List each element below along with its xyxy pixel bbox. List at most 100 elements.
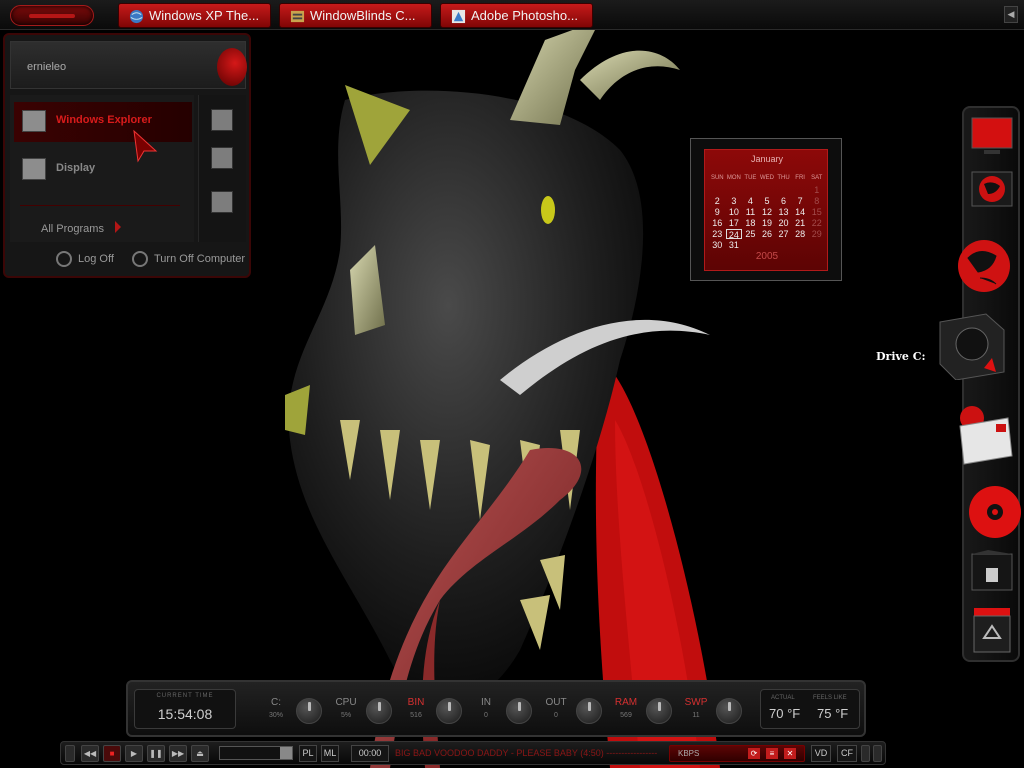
calendar-day[interactable]: 15 <box>808 207 825 217</box>
player-close-button[interactable] <box>873 745 882 762</box>
player-minimize-button[interactable] <box>861 745 870 762</box>
tray-expand-icon[interactable]: ◀ <box>1004 6 1018 23</box>
dock-monitor-icon[interactable] <box>968 112 1016 158</box>
play-button[interactable]: ▶ <box>125 745 143 762</box>
equalizer-icon[interactable]: ≡ <box>766 748 778 759</box>
start-button[interactable] <box>10 5 94 26</box>
calendar-day[interactable]: 16 <box>709 218 726 228</box>
calendar-day[interactable]: 21 <box>792 218 809 228</box>
calendar-day[interactable] <box>759 185 776 195</box>
calendar-day[interactable] <box>709 185 726 195</box>
dock-internet-globe-icon[interactable] <box>950 234 1012 294</box>
previous-track-button[interactable]: ◀◀ <box>81 745 99 762</box>
seek-slider-handle[interactable] <box>280 747 292 759</box>
menu-item-label: Windows Explorer <box>56 114 152 126</box>
calendar-day[interactable]: 8 <box>808 196 825 206</box>
turn-off-button[interactable]: Turn Off Computer <box>154 253 245 265</box>
eject-button[interactable]: ⏏ <box>191 745 209 762</box>
meter-gauge: SWP 11 <box>678 694 714 730</box>
dock-floppy-icon[interactable] <box>968 548 1016 594</box>
close-icon[interactable]: ✕ <box>784 748 796 759</box>
dock-media-disc-icon[interactable] <box>968 484 1022 540</box>
calendar-day[interactable]: 31 <box>726 240 743 250</box>
playlist-button[interactable]: PL <box>299 745 317 762</box>
calendar-day[interactable]: 9 <box>709 207 726 217</box>
track-time-display: 00:00 <box>351 745 389 762</box>
calendar-day[interactable]: 29 <box>808 229 825 239</box>
vd-button[interactable]: VD <box>811 745 831 762</box>
taskbar-button-windowblinds[interactable]: WindowBlinds C... <box>279 3 432 28</box>
log-off-button[interactable]: Log Off <box>78 253 114 265</box>
calendar-day[interactable]: 11 <box>742 207 759 217</box>
calendar-day[interactable]: 22 <box>808 218 825 228</box>
dock-mail-icon[interactable] <box>950 404 1014 470</box>
calendar-day[interactable]: 7 <box>792 196 809 206</box>
calendar-day[interactable]: 17 <box>726 218 743 228</box>
next-track-button[interactable]: ▶▶ <box>169 745 187 762</box>
media-library-button[interactable]: ML <box>321 745 339 762</box>
meter-gauge: IN 0 <box>468 694 504 730</box>
player-menu-button[interactable] <box>65 745 75 762</box>
meter-gauge: C: 30% <box>258 694 294 730</box>
track-title-marquee: BIG BAD VOODOO DADDY - PLEASE BABY (4:50… <box>395 748 658 758</box>
calendar-day[interactable]: 2 <box>709 196 726 206</box>
dock-recycle-bin-icon[interactable] <box>968 608 1016 654</box>
meter-value: 0 <box>554 712 558 719</box>
dock-globe-icon[interactable] <box>968 168 1016 214</box>
calendar-day[interactable] <box>742 185 759 195</box>
menu-item-windows-explorer[interactable]: Windows Explorer <box>14 102 192 142</box>
log-off-icon <box>56 251 72 267</box>
calendar-day[interactable] <box>792 185 809 195</box>
calendar-day[interactable]: 14 <box>792 207 809 217</box>
calendar-day[interactable]: 23 <box>709 229 726 239</box>
calendar-day[interactable]: 30 <box>709 240 726 250</box>
pause-button[interactable]: ❚❚ <box>147 745 165 762</box>
cf-button[interactable]: CF <box>837 745 857 762</box>
calendar-day[interactable]: 18 <box>742 218 759 228</box>
all-programs-link[interactable]: All Programs <box>41 223 104 235</box>
repeat-icon[interactable]: ⟳ <box>748 748 760 759</box>
calendar-day[interactable]: 6 <box>775 196 792 206</box>
calendar-day[interactable]: 27 <box>775 229 792 239</box>
dock-drive-c-icon[interactable] <box>934 310 1010 381</box>
calendar-day[interactable]: 5 <box>759 196 776 206</box>
actual-temp-heading: ACTUAL <box>771 695 795 701</box>
meter-value: 516 <box>410 712 422 719</box>
calendar-day[interactable]: 28 <box>792 229 809 239</box>
menu-item-display[interactable]: Display <box>14 150 192 190</box>
calendar-day[interactable]: 4 <box>742 196 759 206</box>
calendar-day[interactable] <box>775 185 792 195</box>
system-meters-bar: CURRENT TIME 15:54:08 C: 30% CPU 5% BIN 516 IN… <box>126 680 866 737</box>
calendar-day[interactable]: 20 <box>775 218 792 228</box>
taskbar-button-windows-xp[interactable]: Windows XP The... <box>118 3 271 28</box>
current-time-panel: CURRENT TIME 15:54:08 <box>134 689 236 729</box>
calendar-day[interactable]: 24 <box>725 229 743 240</box>
calendar-day[interactable]: 12 <box>759 207 776 217</box>
calendar-weekday: MON <box>726 175 741 181</box>
meter-label: SWP <box>684 697 708 708</box>
stop-button[interactable]: ■ <box>103 745 121 762</box>
globe-icon <box>129 9 144 24</box>
seek-slider[interactable] <box>219 746 293 760</box>
current-time-heading: CURRENT TIME <box>156 693 214 699</box>
places-icon-3[interactable] <box>211 191 233 213</box>
photoshop-icon <box>451 9 466 24</box>
places-icon-1[interactable] <box>211 109 233 131</box>
menu-item-label: Display <box>56 162 96 174</box>
calendar-day[interactable]: 25 <box>742 229 759 239</box>
start-menu: ernieleo Windows Explorer Display All Pr… <box>3 33 251 278</box>
calendar-month: January <box>750 154 784 164</box>
places-icon-2[interactable] <box>211 147 233 169</box>
calendar-day[interactable]: 3 <box>726 196 743 206</box>
calendar-day[interactable]: 1 <box>808 185 825 195</box>
taskbar-button-photoshop[interactable]: Adobe Photosho... <box>440 3 593 28</box>
meter-dial-icon <box>646 698 672 724</box>
meter-gauge: CPU 5% <box>328 694 364 730</box>
calendar-day[interactable]: 13 <box>775 207 792 217</box>
calendar-day[interactable]: 26 <box>759 229 776 239</box>
calendar-day[interactable] <box>726 185 743 195</box>
calendar-weekday: SUN <box>710 175 724 181</box>
calendar-day[interactable]: 19 <box>759 218 776 228</box>
meter-gauge: OUT 0 <box>538 694 574 730</box>
calendar-day[interactable]: 10 <box>726 207 743 217</box>
